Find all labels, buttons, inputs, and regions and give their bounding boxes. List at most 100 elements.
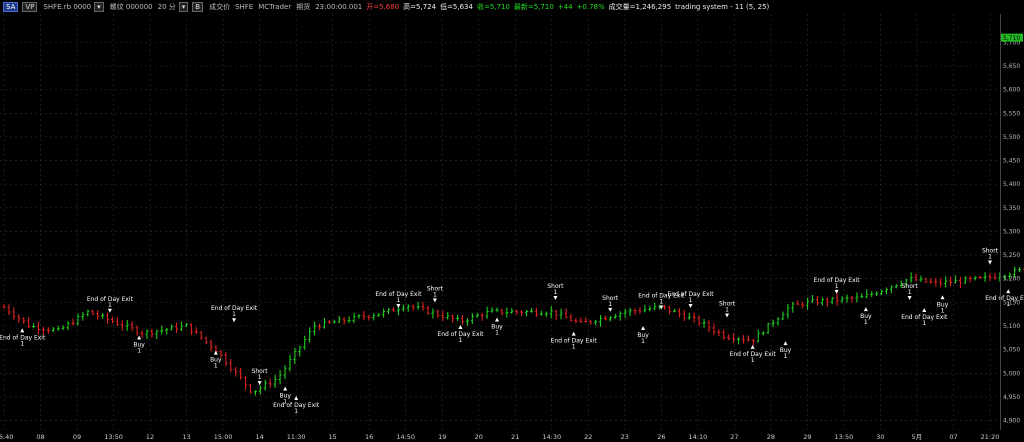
arrow-down-icon: [257, 381, 262, 386]
trade-marker-qty: 1: [20, 340, 24, 347]
time-axis: 16:40 08 09 13:50 12 13 15:00 14 11:30 15 16 14:50 1…: [0, 433, 999, 441]
trade-marker-qty: 1: [232, 311, 236, 318]
x-tick-label: 14:10: [688, 433, 707, 441]
x-tick-label: 27: [730, 433, 738, 441]
chart-header: SA VP SHFE.rb 0000 ▾ 螺纹 000000 20 分 ▾ B 成交价 SHFE M…: [0, 0, 1024, 14]
symbol-label: SHFE.rb 0000: [43, 3, 92, 11]
arrow-down-icon: [988, 260, 992, 265]
y-tick-label: 5,100: [1003, 323, 1020, 330]
y-tick-label: 5,300: [1003, 228, 1020, 235]
price-axis-divider: [1000, 14, 1001, 430]
x-tick-label: 13:50: [104, 433, 123, 441]
interval-dropdown-button[interactable]: ▾: [178, 2, 189, 12]
x-tick-label: 13: [182, 433, 190, 441]
y-tick-label: 5,400: [1003, 181, 1020, 188]
data-mode-button[interactable]: B: [192, 2, 204, 12]
arrow-up-icon: [863, 307, 868, 312]
series-name: 螺纹 000000: [109, 3, 153, 11]
x-tick-label: 11:30: [287, 433, 306, 441]
trade-marker-qty: 1: [659, 298, 663, 305]
symbol-settings-button[interactable]: ▾: [94, 2, 104, 12]
trade-marker-qty: 1: [108, 302, 112, 309]
trade-marker: End of Day Exit1: [551, 331, 597, 351]
arrow-down-icon: [834, 289, 839, 294]
price-chart[interactable]: End of Day Exit1 End of Day Exit1 Buy1 Buy1…: [0, 14, 1024, 442]
x-tick-label: 28: [767, 433, 775, 441]
trade-marker: Buy1: [133, 335, 145, 354]
arrow-up-icon: [283, 386, 288, 391]
y-tick-label: 5,350: [1003, 205, 1020, 212]
trade-marker: Buy1: [210, 350, 222, 370]
volume-profile-button[interactable]: VP: [22, 2, 38, 12]
x-tick-label: 20: [475, 433, 483, 441]
price-axis: 4,900 4,950 5,000 5,050 5,100 5,150 5,200 5,250…: [1001, 33, 1023, 425]
trade-marker: Short1: [547, 283, 564, 300]
trade-marker: End of Day Exit1: [667, 291, 714, 309]
interval-button[interactable]: SA: [3, 2, 19, 12]
x-tick-label: 22: [584, 433, 592, 441]
trade-marker-qty: 1: [495, 329, 499, 336]
trade-marker-qty: 1: [835, 283, 839, 290]
trade-marker: Short1: [602, 295, 619, 312]
arrow-up-icon: [641, 326, 646, 330]
trade-marker: Buy1: [780, 341, 792, 360]
trade-markers: End of Day Exit1 End of Day Exit1 Buy1 Buy1…: [0, 248, 1024, 415]
arrow-down-icon: [608, 307, 613, 312]
arrow-down-icon: [396, 304, 401, 309]
last-value: 最新=5,710: [513, 3, 554, 11]
arrow-up-icon: [458, 325, 463, 330]
price-mode: 成交价: [209, 3, 231, 11]
price-bars: [2, 266, 1024, 396]
trade-marker: End of Day Exit1: [0, 328, 46, 347]
exchange-label: SHFE: [235, 3, 254, 11]
trade-marker-qty: 1: [641, 338, 645, 345]
x-tick-label: 07: [949, 433, 957, 441]
trade-marker-qty: 1: [908, 289, 912, 296]
y-tick-label: 5,600: [1003, 87, 1020, 94]
trade-marker-qty: 1: [554, 289, 558, 296]
arrow-down-icon: [553, 296, 558, 300]
trade-marker-qty: 1: [137, 347, 141, 354]
data-source-label: MCTrader: [258, 3, 292, 11]
arrow-down-icon: [232, 318, 237, 323]
product-label: 期货: [296, 3, 311, 11]
trade-marker-qty: 1: [396, 297, 400, 304]
arrow-up-icon: [922, 308, 927, 313]
trade-marker-qty: 1: [751, 357, 755, 364]
x-tick-label: 16:40: [0, 433, 13, 441]
trade-marker-qty: 1: [214, 363, 218, 370]
datetime-label: 23:00:00.001: [315, 3, 363, 11]
trade-marker: Short1: [982, 248, 999, 265]
trade-marker: Buy1: [637, 326, 649, 345]
arrow-up-icon: [1006, 289, 1011, 294]
trade-marker: End of Day Exit1: [211, 305, 258, 323]
trade-marker-qty: 1: [689, 297, 693, 304]
trade-marker-qty: 1: [459, 337, 463, 344]
arrow-up-icon: [783, 341, 788, 346]
x-tick-label: 12: [146, 433, 154, 441]
x-tick-label: 21:20: [981, 433, 1000, 441]
x-tick-label: 29: [803, 433, 811, 441]
x-tick-label: 19: [438, 433, 446, 441]
arrow-up-icon: [137, 335, 142, 340]
trade-marker-qty: 1: [572, 344, 576, 351]
arrow-up-icon: [495, 317, 499, 322]
high-value: 高=5,724: [403, 3, 437, 11]
x-tick-label: 23: [621, 433, 629, 441]
low-value: 低=5,634: [440, 3, 473, 11]
y-tick-label: 5,450: [1003, 158, 1020, 165]
trade-marker-qty: 1: [922, 320, 926, 327]
last-price-label: 5,710: [1003, 35, 1020, 42]
x-tick-label: 15: [329, 433, 337, 441]
y-tick-label: 4,950: [1003, 394, 1020, 401]
open-value: 开=5,680: [366, 3, 400, 11]
trade-marker: Short1: [902, 283, 918, 300]
trade-marker: End of Day Exit1: [437, 325, 484, 344]
volume-value: 成交量=1,246,295: [608, 3, 672, 11]
x-tick-label: 5月: [912, 433, 923, 441]
trade-marker-qty: 1: [725, 306, 729, 313]
arrow-down-icon: [725, 313, 730, 318]
change-value: +44: [557, 3, 573, 11]
y-tick-label: 4,900: [1003, 418, 1020, 425]
trade-marker: Short1: [719, 300, 736, 318]
